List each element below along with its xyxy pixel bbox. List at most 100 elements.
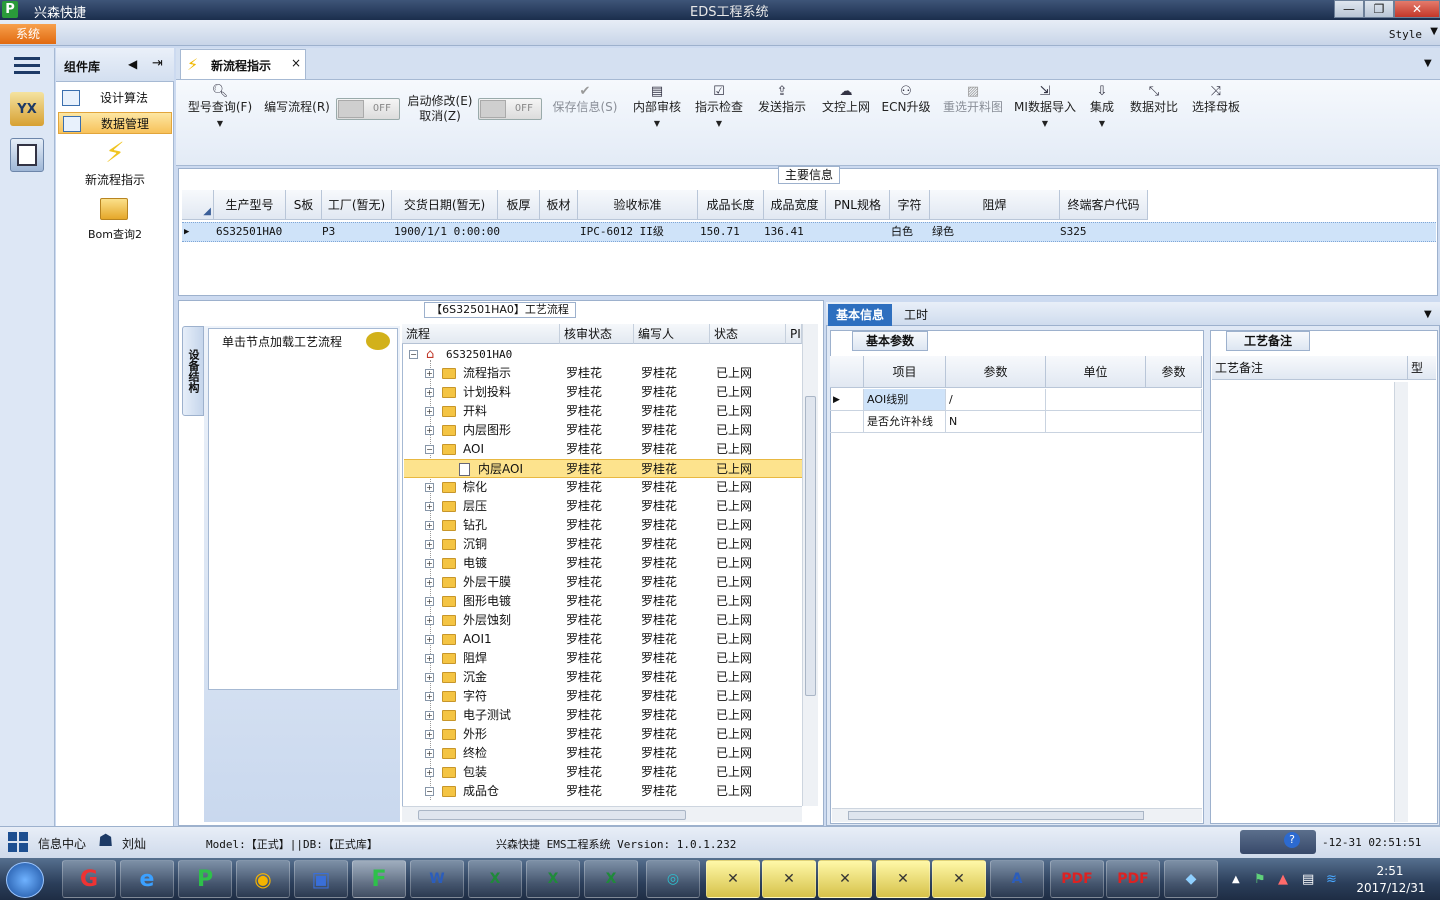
system-menu-button[interactable]: 系统 [0, 24, 56, 44]
internal-audit-button[interactable]: ▤ 内部审核 ▼ [630, 84, 684, 131]
calculator-icon[interactable] [10, 138, 44, 172]
taskbar-window-icon[interactable]: ✕ [762, 860, 816, 898]
info-center-icon[interactable] [8, 832, 28, 852]
vertical-scrollbar[interactable] [802, 324, 818, 806]
tree-row[interactable]: − AOI 罗桂花 罗桂花 已上网 [404, 440, 802, 459]
select-mother-button[interactable]: ⤨ 选择母板 [1188, 84, 1244, 115]
write-flow-toggle[interactable]: OFF [336, 98, 400, 120]
taskbar-ie-icon[interactable]: e [120, 860, 174, 898]
tray-app-icon[interactable]: ▲ [1278, 872, 1288, 887]
col-header[interactable]: 项目 [864, 356, 946, 388]
menu-dropdown-icon[interactable]: ▼ [1430, 26, 1438, 37]
expand-icon[interactable]: + [425, 426, 434, 435]
col-header[interactable]: 交货日期(暂无) [392, 190, 498, 220]
expand-icon[interactable]: + [425, 578, 434, 587]
tree-row[interactable]: + 外层干膜 罗桂花 罗桂花 已上网 [404, 573, 802, 592]
col-header[interactable]: S板 [286, 190, 322, 220]
tree-root[interactable]: − ⌂ 6S32501HA0 [404, 345, 802, 364]
collapse-icon[interactable]: − [425, 445, 434, 454]
expand-icon[interactable]: + [425, 407, 434, 416]
save-info-button[interactable]: ✔ 保存信息(S) [548, 84, 622, 115]
tab-dropdown-icon[interactable]: ▼ [1424, 58, 1432, 69]
tab-device-structure[interactable]: 设备结构 [182, 326, 204, 416]
instruction-check-button[interactable]: ☑ 指示检查 ▼ [692, 84, 746, 131]
collapse-icon[interactable]: − [425, 787, 434, 796]
col-header[interactable]: 工艺备注 [1212, 356, 1408, 380]
maximize-button[interactable]: ❐ [1364, 0, 1394, 18]
taskbar-pdf-icon[interactable]: PDF [1106, 860, 1160, 898]
col-header[interactable]: 参数 [1146, 356, 1202, 388]
table-row[interactable] [182, 222, 1436, 242]
tree-row[interactable]: + 层压 罗桂花 罗桂花 已上网 [404, 497, 802, 516]
tree-row[interactable]: + 终检 罗桂花 罗桂花 已上网 [404, 744, 802, 763]
hamburger-menu-icon[interactable] [14, 54, 40, 76]
tray-icons[interactable]: ? [1240, 830, 1316, 854]
tree-row[interactable]: + 开料 罗桂花 罗桂花 已上网 [404, 402, 802, 421]
quick-new-flow[interactable]: 新流程指示 [56, 171, 174, 188]
expand-icon[interactable]: + [425, 483, 434, 492]
write-flow-button[interactable]: 编写流程(R) [262, 100, 332, 115]
expand-icon[interactable]: + [425, 521, 434, 530]
yx-factory-icon[interactable]: YX [10, 92, 44, 126]
expand-icon[interactable]: + [425, 388, 434, 397]
col-header[interactable]: 单位 [1046, 356, 1146, 388]
param-value[interactable]: / [946, 389, 1046, 411]
tab-new-flow[interactable]: ⚡ 新流程指示 × [180, 49, 306, 79]
folder-open-icon[interactable] [100, 198, 128, 220]
col-header[interactable]: PNL规格 [826, 190, 890, 220]
col-header[interactable]: 状态 [710, 324, 786, 344]
col-header[interactable]: 核审状态 [560, 324, 634, 344]
tab-basic-info[interactable]: 基本信息 [828, 304, 892, 326]
arrow-left-icon[interactable]: ◀ [128, 57, 137, 71]
taskbar-window-icon[interactable]: ✕ [706, 860, 760, 898]
style-menu[interactable]: Style [1389, 28, 1422, 41]
pin-icon[interactable]: ⇥ [152, 56, 163, 71]
tree-row[interactable]: + 内层图形 罗桂花 罗桂花 已上网 [404, 421, 802, 440]
taskbar-doc-icon[interactable]: A [990, 860, 1044, 898]
start-modify-button[interactable]: 启动修改(E) 取消(Z) [404, 94, 476, 124]
tree-row[interactable]: + 钻孔 罗桂花 罗桂花 已上网 [404, 516, 802, 535]
network-icon[interactable]: ▤ [1302, 872, 1314, 887]
taskbar-pdf-icon[interactable]: PDF [1050, 860, 1104, 898]
expand-icon[interactable]: + [425, 540, 434, 549]
send-instruction-button[interactable]: ⇪ 发送指示 [754, 84, 810, 115]
col-header[interactable]: 工厂(暂无) [322, 190, 392, 220]
col-header[interactable]: 型 [1408, 356, 1436, 380]
tree-row[interactable]: + 阻焊 罗桂花 罗桂花 已上网 [404, 649, 802, 668]
col-header[interactable]: 参数 [946, 356, 1046, 388]
tree-row[interactable]: + 电镀 罗桂花 罗桂花 已上网 [404, 554, 802, 573]
tree-row[interactable]: + 外层蚀刻 罗桂花 罗桂花 已上网 [404, 611, 802, 630]
expand-icon[interactable]: + [425, 749, 434, 758]
file-upload-button[interactable]: ☁ 文控上网 [818, 84, 874, 115]
redraw-cut-button[interactable]: ▨ 重选开料图 [938, 84, 1008, 115]
tree-row[interactable]: + 沉金 罗桂花 罗桂花 已上网 [404, 668, 802, 687]
tray-app-icon[interactable]: ≋ [1326, 872, 1337, 887]
expand-icon[interactable]: + [425, 559, 434, 568]
tab-work-hours[interactable]: 工时 [904, 306, 928, 323]
taskbar-window-icon[interactable]: ✕ [818, 860, 872, 898]
mi-import-button[interactable]: ⇲ MI数据导入 ▼ [1012, 84, 1078, 131]
col-header[interactable]: 成品长度 [698, 190, 764, 220]
col-header[interactable]: 编写人 [634, 324, 710, 344]
tree-row[interactable]: + 棕化 罗桂花 罗桂花 已上网 [404, 478, 802, 497]
col-header[interactable]: 生产型号 [214, 190, 286, 220]
integrate-button[interactable]: ⇩ 集成 ▼ [1084, 84, 1120, 131]
expand-icon[interactable]: + [425, 616, 434, 625]
taskbar-app-p-icon[interactable]: P [178, 860, 232, 898]
expand-icon[interactable]: + [425, 730, 434, 739]
expand-icon[interactable]: + [425, 711, 434, 720]
tree-row[interactable]: 内层AOI 罗桂花 罗桂花 已上网 [404, 459, 802, 478]
taskbar-date[interactable]: 2017/12/31 [1348, 881, 1434, 895]
quick-bom-query[interactable]: Bom查询2 [56, 226, 174, 242]
tree-row[interactable]: + 流程指示 罗桂花 罗桂花 已上网 [404, 364, 802, 383]
col-header[interactable]: 流程 [402, 324, 560, 344]
expand-icon[interactable]: + [425, 673, 434, 682]
taskbar-app-g-icon[interactable]: G [62, 860, 116, 898]
expand-icon[interactable]: + [425, 692, 434, 701]
taskbar-excel-icon[interactable]: X [468, 860, 522, 898]
col-header[interactable]: 板材 [540, 190, 578, 220]
param-unit[interactable] [1046, 411, 1202, 433]
tree-row[interactable]: + 外形 罗桂花 罗桂花 已上网 [404, 725, 802, 744]
col-header[interactable]: 板厚 [498, 190, 540, 220]
minimize-button[interactable]: — [1334, 0, 1364, 18]
